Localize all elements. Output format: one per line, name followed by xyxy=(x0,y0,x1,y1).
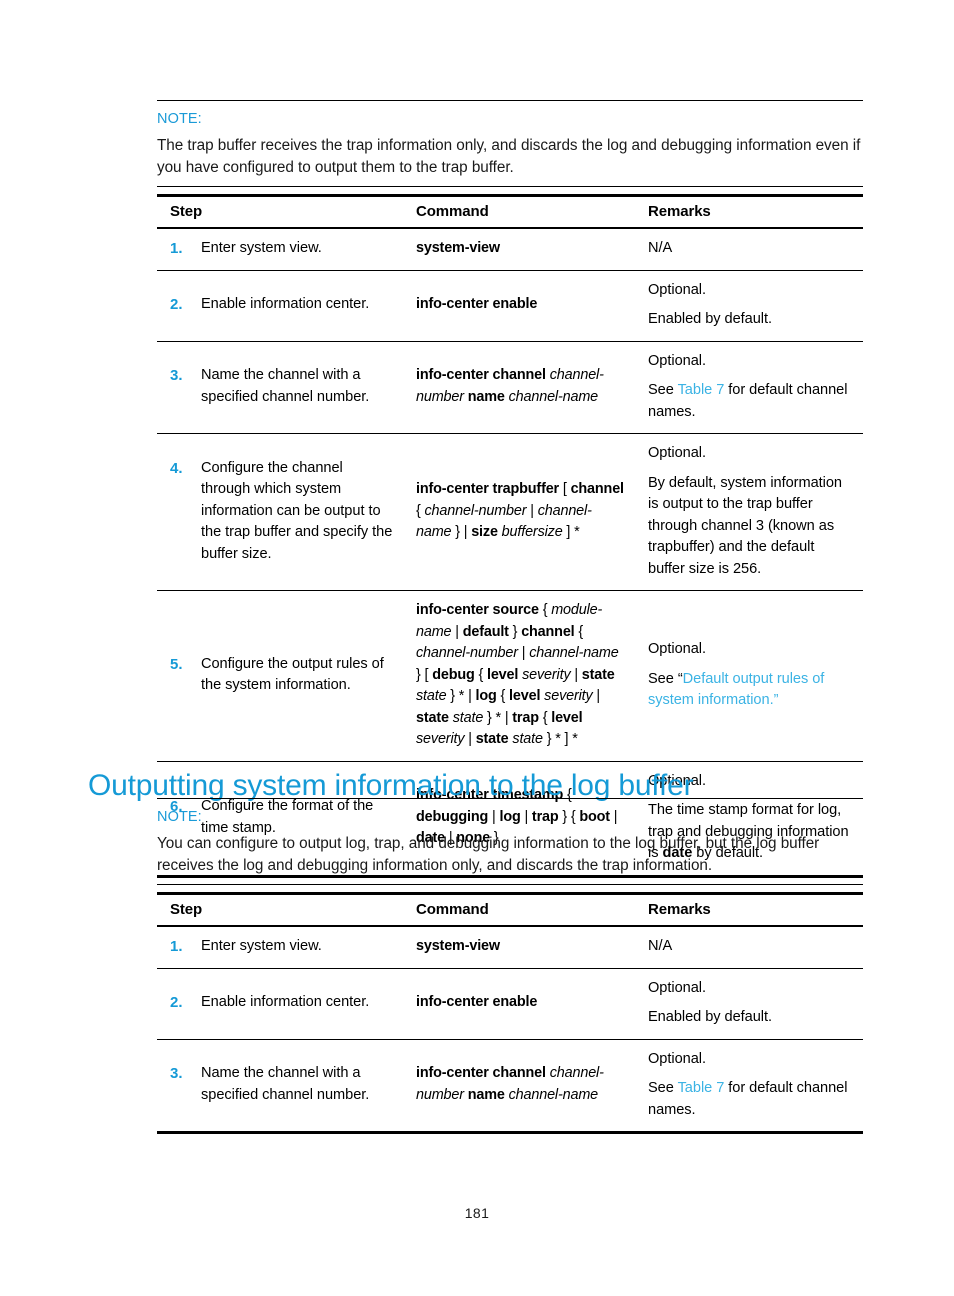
table-header-row: Step Command Remarks xyxy=(157,194,863,229)
step-number: 4. xyxy=(170,459,183,477)
cell-step: 2. Enable information center. xyxy=(157,968,403,1040)
cell-command: info-center enable xyxy=(403,968,635,1040)
step-number: 5. xyxy=(170,655,183,673)
remarks-line: See Table 7 for default channel names. xyxy=(648,1080,848,1118)
remarks-line: Optional. xyxy=(648,352,706,369)
table-row: 2. Enable information center. info-center … xyxy=(157,270,863,342)
step-number: 3. xyxy=(170,367,183,385)
remarks-line: N/A xyxy=(648,938,673,954)
column-header-step: Step xyxy=(157,892,403,927)
column-header-command: Command xyxy=(403,892,635,927)
remarks-line: Optional. xyxy=(648,1050,706,1067)
note-block-trap-buffer: NOTE: The trap buffer receives the trap … xyxy=(157,100,863,187)
cell-remarks: Optional. See “Default output rules of sy… xyxy=(635,590,863,762)
cell-command: info-center enable xyxy=(403,270,635,342)
cell-remarks: N/A xyxy=(635,926,863,969)
cell-step: 5. Configure the output rules of the syst… xyxy=(157,590,403,762)
cell-step: 1. Enter system view. xyxy=(157,926,403,969)
remarks-line: By default, system information is output… xyxy=(648,474,842,577)
cell-remarks: N/A xyxy=(635,228,863,271)
step-description: Name the channel with a specified channe… xyxy=(201,367,370,405)
cell-remarks: Optional. Enabled by default. xyxy=(635,968,863,1040)
table-header-row: Step Command Remarks xyxy=(157,892,863,927)
table-row: 3. Name the channel with a specified chan… xyxy=(157,341,863,434)
remarks-line: See “Default output rules of system info… xyxy=(648,670,825,709)
cell-command: system-view xyxy=(403,926,635,969)
note-label: NOTE: xyxy=(157,809,202,825)
document-page: NOTE: The trap buffer receives the trap … xyxy=(0,0,954,1296)
cross-reference-link[interactable]: Table 7 xyxy=(678,382,725,398)
step-description: Enter system view. xyxy=(201,938,322,954)
step-description: Enable information center. xyxy=(201,296,370,313)
cross-reference-link[interactable]: Table 7 xyxy=(678,1080,725,1096)
column-header-step: Step xyxy=(157,194,403,229)
column-header-remarks: Remarks xyxy=(635,194,863,229)
remarks-line: Enabled by default. xyxy=(648,311,773,327)
step-description: Configure the channel through which syst… xyxy=(201,459,393,562)
step-number: 2. xyxy=(170,994,183,1012)
note-label: NOTE: xyxy=(157,111,202,127)
step-description: Configure the output rules of the system… xyxy=(201,655,384,694)
table-body: 1. Enter system view. system-view N/A 2. Enab… xyxy=(157,926,863,1134)
note-text: You can configure to output log, trap, a… xyxy=(157,835,820,874)
step-description: Enable information center. xyxy=(201,994,370,1011)
cell-step: 1. Enter system view. xyxy=(157,228,403,271)
table-row: 3. Name the channel with a specified chan… xyxy=(157,1039,863,1134)
cell-command: info-center channel channel-number name … xyxy=(403,341,635,434)
cell-remarks: Optional. Enabled by default. xyxy=(635,270,863,342)
table-row: 4. Configure the channel through which sy… xyxy=(157,433,863,591)
cell-command: info-center channel channel-number name … xyxy=(403,1039,635,1134)
remarks-line: Optional. xyxy=(648,979,706,996)
step-number: 2. xyxy=(170,296,183,314)
table-row: 1. Enter system view. system-view N/A xyxy=(157,228,863,271)
step-number: 1. xyxy=(170,938,183,955)
table-row: 2. Enable information center. info-center … xyxy=(157,968,863,1040)
cell-step: 3. Name the channel with a specified chan… xyxy=(157,341,403,434)
table-row: 5. Configure the output rules of the syst… xyxy=(157,590,863,762)
cell-remarks: Optional. By default, system information … xyxy=(635,433,863,591)
table-row: 1. Enter system view. system-view N/A xyxy=(157,926,863,969)
note-block-log-buffer: NOTE: You can configure to output log, t… xyxy=(157,798,863,885)
remarks-line: N/A xyxy=(648,240,673,256)
cell-step: 2. Enable information center. xyxy=(157,270,403,342)
cell-command: info-center source { module-name | defau… xyxy=(403,590,635,762)
procedure-table-log-buffer: Step Command Remarks 1. Enter system view… xyxy=(157,892,863,1134)
remarks-line: Optional. xyxy=(648,445,706,461)
remarks-line: See Table 7 for default channel names. xyxy=(648,382,848,420)
cell-remarks: Optional. See Table 7 for default channel… xyxy=(635,341,863,434)
column-header-remarks: Remarks xyxy=(635,892,863,927)
cell-step: 3. Name the channel with a specified chan… xyxy=(157,1039,403,1134)
remarks-line: Optional. xyxy=(648,281,706,298)
step-number: 1. xyxy=(170,240,183,257)
column-header-command: Command xyxy=(403,194,635,229)
page-number: 181 xyxy=(464,1205,490,1221)
remarks-line: Enabled by default. xyxy=(648,1009,773,1025)
step-number: 3. xyxy=(170,1065,183,1083)
cell-remarks: Optional. See Table 7 for default channel… xyxy=(635,1039,863,1134)
note-text: The trap buffer receives the trap inform… xyxy=(157,137,861,176)
step-description: Enter system view. xyxy=(201,240,322,256)
cell-step: 4. Configure the channel through which sy… xyxy=(157,433,403,591)
cell-command: system-view xyxy=(403,228,635,271)
cell-command: info-center trapbuffer [ channel { chann… xyxy=(403,433,635,591)
step-description: Name the channel with a specified channe… xyxy=(201,1065,370,1103)
remarks-line: Optional. xyxy=(648,641,706,657)
